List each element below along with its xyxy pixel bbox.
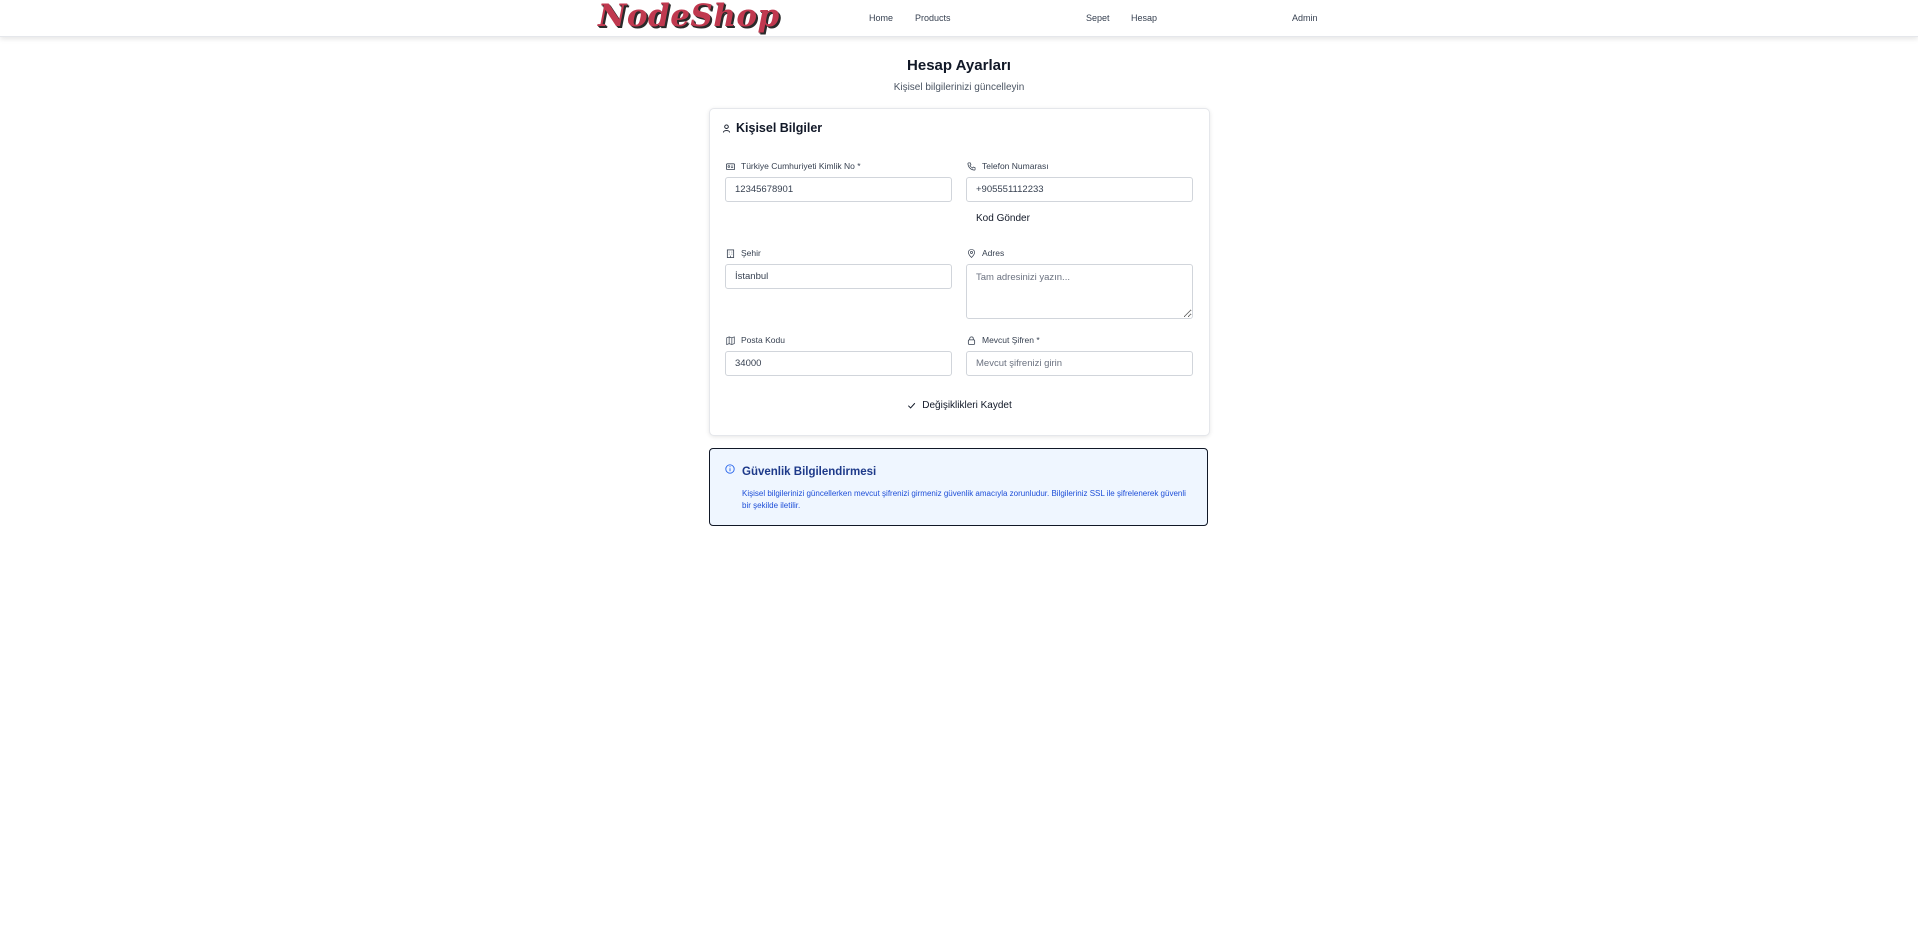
city-label-text: Şehir: [741, 248, 761, 258]
id-card-icon: [726, 162, 735, 170]
site-logo[interactable]: NodeShop: [598, 0, 780, 34]
map-pin-icon: [967, 248, 976, 258]
city-label: Şehir: [726, 248, 761, 258]
page-subtitle: Kişisel bilgilerinizi güncelleyin: [893, 82, 1025, 93]
password-label: Mevcut Şifren *: [967, 335, 1040, 345]
page-title: Hesap Ayarları: [907, 57, 1011, 74]
password-label-text: Mevcut Şifren *: [982, 335, 1040, 345]
security-info-text: Kişisel bilgilerinizi güncellerken mevcu…: [742, 489, 1186, 510]
save-changes-label: Değişiklikleri Kaydet: [922, 400, 1012, 411]
security-info-box: Güvenlik Bilgilendirmesi Kişisel bilgile…: [709, 448, 1208, 526]
map-icon: [726, 335, 735, 345]
phone-label: Telefon Numarası: [967, 161, 1049, 171]
card-title: Kişisel Bilgiler: [722, 121, 822, 135]
security-info-title: Güvenlik Bilgilendirmesi: [742, 466, 877, 478]
send-code-button[interactable]: Kod Gönder: [976, 213, 1030, 224]
top-navbar: NodeShop Home Products Sepet Hesap Admin: [0, 0, 1918, 37]
card-title-text: Kişisel Bilgiler: [736, 121, 823, 135]
zip-label-text: Posta Kodu: [741, 335, 785, 345]
address-label-text: Adres: [982, 248, 1005, 258]
tc-label: Türkiye Cumhuriyeti Kimlik No *: [726, 161, 861, 171]
lock-icon: [967, 335, 976, 345]
zip-label: Posta Kodu: [726, 335, 785, 345]
current-password-input[interactable]: [966, 351, 1193, 376]
tc-input[interactable]: [725, 177, 952, 202]
nav-link-products[interactable]: Products: [915, 13, 951, 23]
phone-input[interactable]: [966, 177, 1193, 202]
nav-link-admin[interactable]: Admin: [1292, 13, 1318, 23]
building-icon: [726, 248, 735, 258]
save-changes-button[interactable]: Değişiklikleri Kaydet: [710, 399, 1209, 412]
address-textarea[interactable]: [966, 264, 1193, 319]
phone-icon: [967, 162, 976, 170]
check-icon: [908, 402, 916, 409]
city-input[interactable]: [725, 264, 952, 289]
zip-input[interactable]: [725, 351, 952, 376]
phone-label-text: Telefon Numarası: [982, 161, 1049, 171]
user-icon: [722, 123, 731, 133]
nav-link-cart[interactable]: Sepet: [1086, 13, 1110, 23]
tc-label-text: Türkiye Cumhuriyeti Kimlik No *: [741, 161, 861, 171]
personal-info-card: Kişisel Bilgiler Türkiye Cumhuriyeti Kim…: [709, 108, 1210, 436]
nav-link-home[interactable]: Home: [869, 13, 893, 23]
nav-link-account[interactable]: Hesap: [1131, 13, 1157, 23]
address-label: Adres: [967, 248, 1004, 258]
info-icon: [725, 464, 735, 474]
